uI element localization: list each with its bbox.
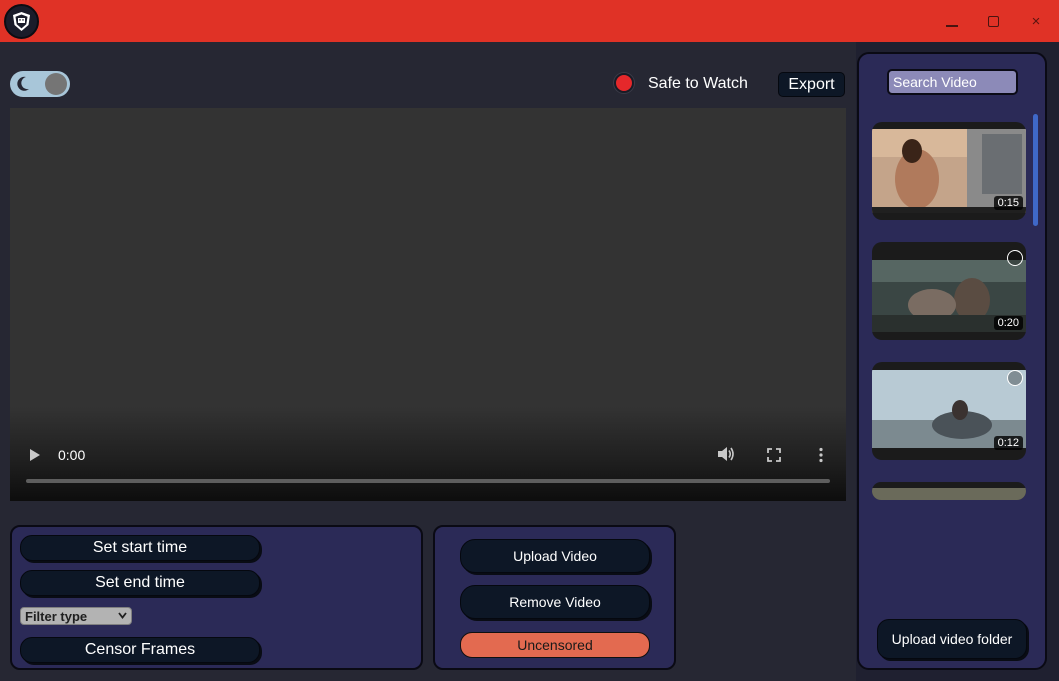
channel-logo-icon [1007, 370, 1023, 386]
current-time: 0:00 [58, 447, 86, 463]
video-thumbnail-card[interactable]: 0:12 [872, 362, 1026, 460]
video-duration: 0:15 [993, 196, 1023, 210]
close-button[interactable]: × [1024, 10, 1048, 32]
minimize-button[interactable] [940, 10, 964, 32]
minimize-icon [946, 25, 958, 27]
play-icon[interactable] [29, 448, 41, 462]
close-icon: × [1031, 12, 1041, 30]
censor-controls-panel: Set start time Set end time Filter type … [10, 525, 423, 670]
scrollbar-thumb[interactable] [1033, 114, 1038, 226]
channel-logo-icon [1007, 250, 1023, 266]
export-button[interactable]: Export [778, 72, 845, 97]
search-video-input[interactable] [887, 69, 1018, 95]
video-actions-panel: Upload Video Remove Video Uncensored [433, 525, 676, 670]
toggle-knob [45, 73, 67, 95]
upload-video-button[interactable]: Upload Video [460, 539, 650, 573]
chevron-down-icon [118, 612, 127, 619]
remove-video-button[interactable]: Remove Video [460, 585, 650, 619]
filter-type-select[interactable]: Filter type [20, 607, 132, 625]
censor-frames-button[interactable]: Censor Frames [20, 637, 260, 663]
moon-icon [17, 76, 29, 91]
video-duration: 0:12 [993, 436, 1023, 450]
title-bar: × [0, 0, 1059, 42]
more-vert-icon[interactable] [818, 447, 824, 463]
filter-type-value: Filter type [25, 608, 88, 624]
video-duration: 0:20 [993, 316, 1023, 330]
uncensored-toggle-button[interactable]: Uncensored [460, 632, 650, 658]
volume-icon[interactable] [717, 446, 735, 462]
maximize-icon [987, 15, 999, 27]
progress-bar[interactable] [26, 479, 830, 483]
status-indicator-dot [614, 73, 634, 93]
status-text: Safe to Watch [648, 75, 748, 92]
theme-toggle[interactable] [10, 71, 70, 97]
video-thumbnail-image [872, 488, 1026, 500]
upload-video-folder-button[interactable]: Upload video folder [877, 619, 1027, 659]
fullscreen-icon[interactable] [767, 448, 781, 462]
set-start-time-button[interactable]: Set start time [20, 535, 260, 561]
video-thumbnail-card[interactable] [872, 482, 1026, 500]
video-thumbnail-card[interactable]: 0:20 [872, 242, 1026, 340]
video-thumbnail-card[interactable]: 0:15 [872, 122, 1026, 220]
video-list-sidebar: 0:15 0:20 0:12 Upload video folder [857, 52, 1047, 670]
shield-logo-icon [4, 4, 39, 39]
maximize-button[interactable] [981, 10, 1005, 32]
set-end-time-button[interactable]: Set end time [20, 570, 260, 596]
video-player[interactable]: 0:00 [10, 108, 846, 501]
